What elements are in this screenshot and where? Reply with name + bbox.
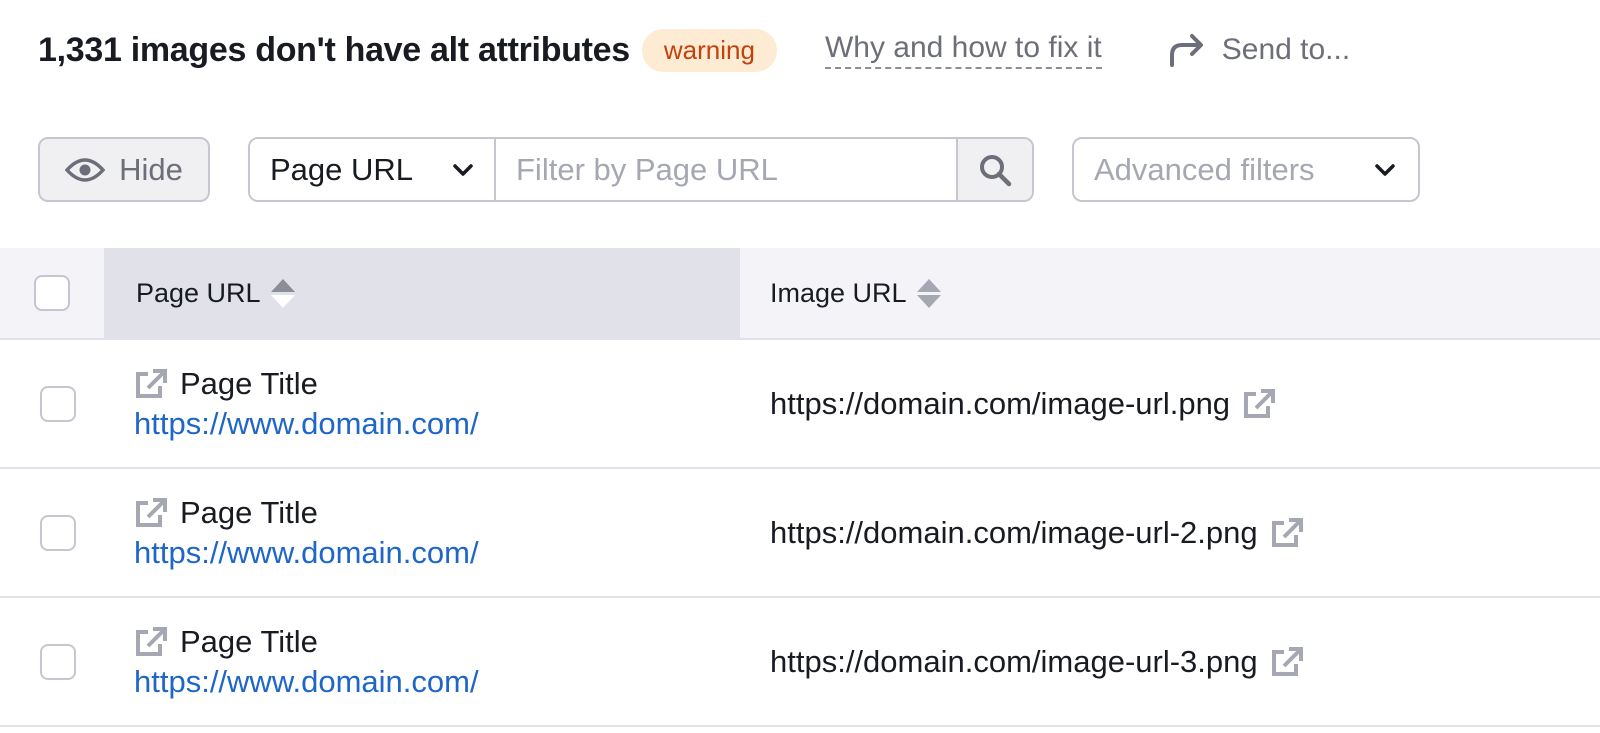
page-url-link[interactable]: https://www.domain.com/: [134, 406, 740, 442]
hide-button[interactable]: Hide: [38, 137, 210, 202]
page-title-line: Page Title: [134, 624, 740, 660]
sort-icon[interactable]: [270, 278, 295, 308]
table-row: Page Title https://www.domain.com/ https…: [0, 340, 1600, 469]
page-title: Page Title: [180, 623, 318, 659]
external-link-icon[interactable]: [1270, 646, 1304, 678]
select-all-cell: [0, 248, 104, 338]
image-url: https://domain.com/image-url-3.png: [770, 643, 1258, 679]
image-url-cell: https://domain.com/image-url-3.png: [740, 598, 1600, 725]
image-url: https://domain.com/image-url-2.png: [770, 514, 1258, 550]
send-to-button[interactable]: Send to...: [1168, 33, 1350, 67]
hide-label: Hide: [119, 151, 183, 187]
page-url-link[interactable]: https://www.domain.com/: [134, 535, 740, 571]
page-title: Page Title: [180, 365, 318, 401]
advanced-filters-label: Advanced filters: [1094, 151, 1315, 187]
issue-title: 1,331 images don't have alt attributes: [38, 30, 630, 69]
row-checkbox[interactable]: [40, 385, 76, 422]
filter-field-select[interactable]: Page URL: [250, 139, 496, 200]
page-cell: Page Title https://www.domain.com/: [104, 598, 740, 725]
sort-icon[interactable]: [916, 278, 941, 308]
external-link-icon[interactable]: [1242, 388, 1276, 420]
issues-table: Page URL Image URL Page Title https://ww…: [0, 248, 1600, 727]
page-cell: Page Title https://www.domain.com/: [104, 469, 740, 596]
external-link-icon[interactable]: [134, 497, 168, 529]
column-label: Page URL: [136, 277, 261, 308]
warning-badge: warning: [641, 28, 777, 72]
column-header-page-url[interactable]: Page URL: [104, 248, 740, 338]
filter-toolbar: Hide Page URL Advanced filters: [38, 137, 1420, 202]
search-button[interactable]: [956, 139, 1032, 200]
table-row: Page Title https://www.domain.com/ https…: [0, 598, 1600, 727]
search-icon: [980, 154, 1012, 186]
chevron-down-icon: [1375, 163, 1395, 176]
row-select-cell: [0, 469, 104, 596]
page-url-filter-group: Page URL: [248, 137, 1034, 202]
external-link-icon[interactable]: [134, 368, 168, 400]
why-and-how-to-fix-link[interactable]: Why and how to fix it: [824, 31, 1102, 69]
external-link-icon[interactable]: [1270, 517, 1304, 549]
column-header-image-url[interactable]: Image URL: [740, 248, 1600, 338]
advanced-filters-dropdown[interactable]: Advanced filters: [1072, 137, 1420, 202]
filter-input[interactable]: [496, 139, 956, 200]
table-header: Page URL Image URL: [0, 248, 1600, 340]
share-arrow-icon: [1169, 34, 1203, 67]
column-label: Image URL: [770, 277, 907, 308]
select-all-checkbox[interactable]: [34, 275, 70, 311]
send-to-label: Send to...: [1221, 33, 1351, 66]
row-select-cell: [0, 598, 104, 725]
page-url-link[interactable]: https://www.domain.com/: [134, 664, 740, 700]
page-title-line: Page Title: [134, 366, 740, 402]
image-url-cell: https://domain.com/image-url.png: [740, 340, 1600, 467]
page-cell: Page Title https://www.domain.com/: [104, 340, 740, 467]
row-checkbox[interactable]: [40, 643, 76, 680]
row-select-cell: [0, 340, 104, 467]
image-url-cell: https://domain.com/image-url-2.png: [740, 469, 1600, 596]
external-link-icon[interactable]: [134, 626, 168, 658]
filter-field-value: Page URL: [270, 151, 414, 187]
image-url: https://domain.com/image-url.png: [770, 385, 1231, 421]
report-header: 1,331 images don't have alt attributes w…: [38, 24, 1600, 76]
chevron-down-icon: [453, 163, 473, 176]
eye-icon: [65, 157, 106, 182]
page-title-line: Page Title: [134, 495, 740, 531]
row-checkbox[interactable]: [40, 514, 76, 551]
table-row: Page Title https://www.domain.com/ https…: [0, 469, 1600, 598]
page-title: Page Title: [180, 494, 318, 530]
